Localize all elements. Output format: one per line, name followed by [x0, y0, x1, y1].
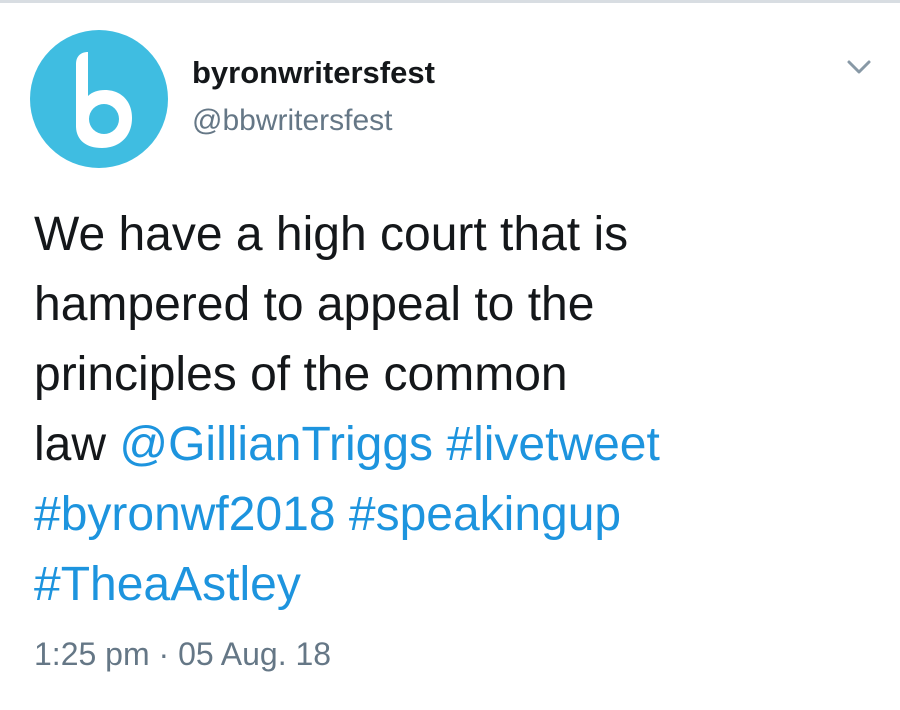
tweet-text-line: #byronwf2018 #speakingup	[34, 480, 874, 550]
hashtag-link[interactable]: #byronwf2018	[34, 488, 336, 541]
mention-link[interactable]: @GillianTriggs	[119, 418, 433, 471]
display-name[interactable]: byronwritersfest	[192, 55, 435, 91]
tweet-date: 05 Aug. 18	[178, 636, 332, 672]
top-divider	[0, 0, 900, 3]
tweet-text-fragment: law	[34, 418, 120, 471]
tweet-text-line: We have a high court that is	[34, 208, 629, 261]
user-handle[interactable]: @bbwritersfest	[192, 104, 393, 138]
tweet-text-line: law @GillianTriggs #livetweet	[34, 410, 874, 480]
tweet-text-line: principles of the common	[34, 348, 568, 401]
tweet-text-line: #TheaAstley	[34, 550, 874, 620]
tweet-timestamp[interactable]: 1:25 pm · 05 Aug. 18	[34, 636, 331, 673]
byron-logo-icon	[76, 52, 132, 148]
hashtag-link[interactable]: #speakingup	[349, 488, 621, 541]
avatar[interactable]	[30, 30, 168, 168]
chevron-down-icon[interactable]	[842, 52, 876, 82]
tweet-text: We have a high court that is hampered to…	[34, 200, 874, 620]
tweet-card: byronwritersfest @bbwritersfest We have …	[0, 0, 900, 710]
tweet-text-line: hampered to appeal to the	[34, 278, 595, 331]
hashtag-link[interactable]: #TheaAstley	[34, 558, 301, 611]
timestamp-separator: ·	[158, 636, 170, 672]
hashtag-link[interactable]: #livetweet	[446, 418, 659, 471]
tweet-time: 1:25 pm	[34, 636, 150, 672]
